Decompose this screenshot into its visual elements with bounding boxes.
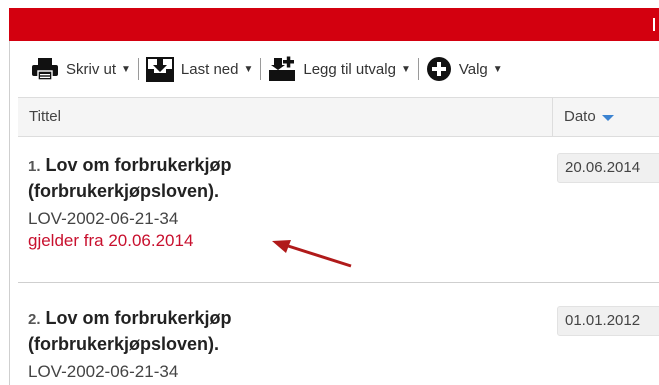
annotation-arrow — [272, 240, 352, 268]
